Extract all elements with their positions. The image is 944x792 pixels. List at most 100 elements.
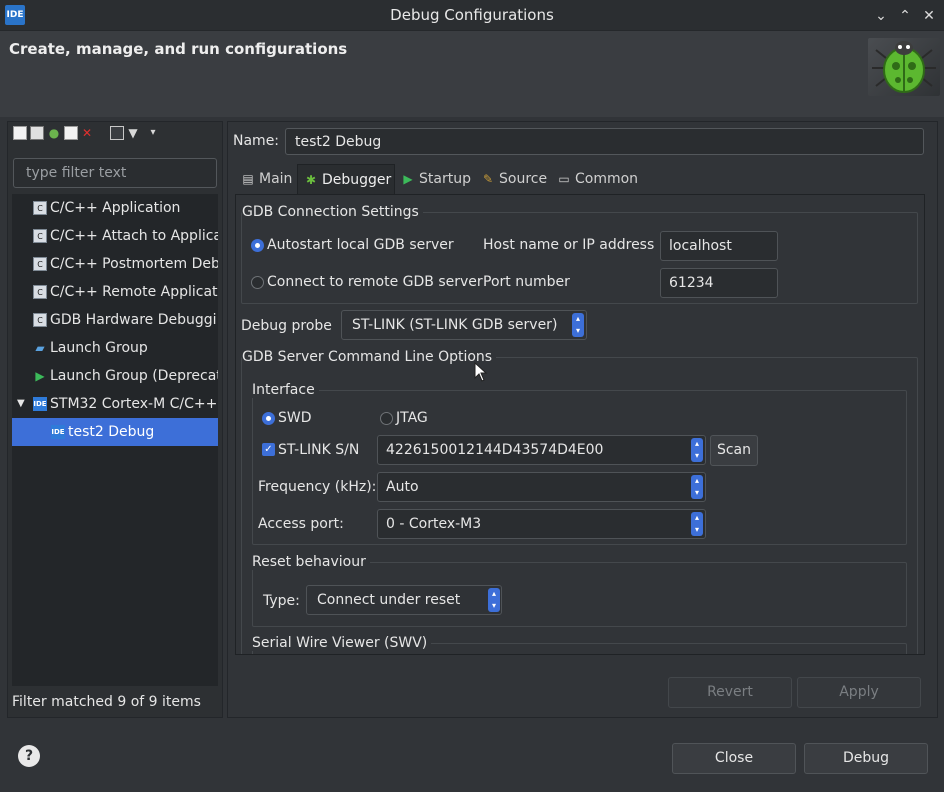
remote-radio[interactable] <box>251 276 264 289</box>
tree-item-launch-group-deprecated[interactable]: ▶ Launch Group (Deprecat <box>12 362 218 390</box>
reset-type-spinner-icon[interactable]: ▴ ▾ <box>488 588 500 612</box>
stlink-sn-label: ST-LINK S/N <box>278 442 360 458</box>
startup-tab-icon: ▶ <box>403 172 413 186</box>
frequency-spinner-icon[interactable]: ▴ ▾ <box>691 475 703 499</box>
access-port-select[interactable]: 0 - Cortex-M3 <box>377 509 706 539</box>
swd-radio[interactable] <box>262 412 275 425</box>
access-port-label: Access port: <box>258 516 344 532</box>
reset-type-label: Type: <box>263 593 300 609</box>
window-title: Debug Configurations <box>390 6 554 24</box>
tab-main[interactable]: ▤ Main <box>235 164 297 194</box>
tab-debugger[interactable]: ✱ Debugger <box>297 164 395 194</box>
host-input[interactable]: localhost <box>660 231 778 261</box>
play-icon: ▶ <box>35 369 45 383</box>
stlink-sn-spinner-icon[interactable]: ▴ ▾ <box>691 438 703 462</box>
tree-item-label: C/C++ Remote Applicatio <box>50 284 218 300</box>
close-window-icon[interactable]: ✕ <box>919 6 939 26</box>
debug-probe-spinner-icon[interactable]: ▴ ▾ <box>572 313 584 337</box>
tree-item-gdb-hardware[interactable]: C GDB Hardware Debuggi <box>12 306 218 334</box>
tree-item-label: GDB Hardware Debuggi <box>50 312 217 328</box>
reset-type-value: Connect under reset <box>317 592 461 608</box>
remote-label: Connect to remote GDB server <box>267 274 483 290</box>
name-input[interactable] <box>285 128 924 155</box>
apply-button[interactable]: Apply <box>797 677 921 708</box>
gdb-connection-title: GDB Connection Settings <box>242 204 423 220</box>
c-application-icon: C <box>33 285 47 299</box>
tab-label: Source <box>499 171 548 187</box>
tree-item-test2-debug[interactable]: IDE test2 Debug <box>12 418 218 446</box>
close-button[interactable]: Close <box>672 743 796 774</box>
filter-icon[interactable]: ▼ <box>126 126 140 140</box>
jtag-radio[interactable] <box>380 412 393 425</box>
new-configuration-icon[interactable] <box>13 126 27 140</box>
tree-item-label: test2 Debug <box>68 424 155 440</box>
help-icon[interactable]: ? <box>18 745 40 767</box>
tree-item-c-remote[interactable]: C C/C++ Remote Applicatio <box>12 278 218 306</box>
tree-item-stm32[interactable]: ▼ IDE STM32 Cortex-M C/C++ A <box>12 390 218 418</box>
frequency-label: Frequency (kHz): <box>258 479 377 495</box>
debug-probe-label: Debug probe <box>241 318 332 334</box>
delete-icon[interactable]: ✕ <box>80 126 94 140</box>
collapse-all-icon[interactable] <box>110 126 124 140</box>
bug-icon <box>868 38 940 96</box>
revert-button[interactable]: Revert <box>668 677 792 708</box>
new-prototype-icon[interactable] <box>30 126 44 140</box>
server-options-title: GDB Server Command Line Options <box>242 349 497 365</box>
ide-icon: IDE <box>33 397 47 411</box>
expand-arrow-icon[interactable]: ▼ <box>17 390 25 418</box>
tree-item-label: Launch Group (Deprecat <box>50 368 218 384</box>
filter-status: Filter matched 9 of 9 items <box>12 694 201 710</box>
tree-item-c-postmortem[interactable]: C C/C++ Postmortem Debu <box>12 250 218 278</box>
scan-button[interactable]: Scan <box>710 435 758 466</box>
debug-probe-select[interactable]: ST-LINK (ST-LINK GDB server) <box>341 310 587 340</box>
port-input[interactable]: 61234 <box>660 268 778 298</box>
swv-title: Serial Wire Viewer (SWV) <box>252 635 432 651</box>
port-label: Port number <box>483 274 570 290</box>
debug-button[interactable]: Debug <box>804 743 928 774</box>
debugger-tab-content: GDB Connection Settings Autostart local … <box>235 194 925 655</box>
stlink-sn-checkbox[interactable]: ✓ <box>262 443 275 456</box>
tab-label: Common <box>575 171 639 187</box>
tab-source[interactable]: ✎ Source <box>477 164 551 194</box>
minimize-icon[interactable]: ⌄ <box>871 6 891 26</box>
tree-item-c-attach[interactable]: C C/C++ Attach to Applicat <box>12 222 218 250</box>
tab-startup[interactable]: ▶ Startup <box>397 164 475 194</box>
frequency-select[interactable]: Auto <box>377 472 706 502</box>
tree-item-c-application[interactable]: C C/C++ Application <box>12 194 218 222</box>
autostart-radio[interactable] <box>251 239 264 252</box>
tab-label: Startup <box>419 171 471 187</box>
c-application-icon: C <box>33 201 47 215</box>
filter-input[interactable] <box>13 158 217 188</box>
access-port-spinner-icon[interactable]: ▴ ▾ <box>691 512 703 536</box>
debugger-tab-icon: ✱ <box>305 173 317 187</box>
tree-item-label: C/C++ Postmortem Debu <box>50 256 218 272</box>
tree-item-label: STM32 Cortex-M C/C++ A <box>50 396 218 412</box>
stlink-sn-input[interactable]: 4226150012144D43574D4E00 <box>377 435 706 465</box>
view-menu-icon[interactable]: ▾ <box>146 126 160 140</box>
c-application-icon: C <box>33 229 47 243</box>
duplicate-icon[interactable] <box>64 126 78 140</box>
reset-title: Reset behaviour <box>252 554 370 570</box>
jtag-label: JTAG <box>396 410 428 426</box>
common-tab-icon: ▭ <box>558 172 570 186</box>
debug-probe-value: ST-LINK (ST-LINK GDB server) <box>352 317 558 333</box>
c-application-icon: C <box>33 257 47 271</box>
export-icon[interactable]: ● <box>47 126 61 140</box>
tree-item-label: C/C++ Attach to Applicat <box>50 228 218 244</box>
gdb-connection-group <box>241 212 918 304</box>
ide-icon: IDE <box>51 425 65 439</box>
configuration-tree: C C/C++ Application C C/C++ Attach to Ap… <box>12 194 218 686</box>
maximize-icon[interactable]: ⌃ <box>895 6 915 26</box>
tree-item-label: C/C++ Application <box>50 200 181 216</box>
reset-type-select[interactable]: Connect under reset <box>306 585 502 615</box>
mouse-pointer-icon <box>474 361 488 386</box>
tab-common[interactable]: ▭ Common <box>553 164 645 194</box>
launch-group-icon: ▰ <box>35 341 45 355</box>
main-tab-icon: ▤ <box>242 172 254 186</box>
tree-item-launch-group[interactable]: ▰ Launch Group <box>12 334 218 362</box>
c-application-icon: C <box>33 313 47 327</box>
name-label: Name: <box>233 133 280 149</box>
swd-label: SWD <box>278 410 312 426</box>
tab-label: Debugger <box>322 172 392 188</box>
autostart-label: Autostart local GDB server <box>267 237 454 253</box>
